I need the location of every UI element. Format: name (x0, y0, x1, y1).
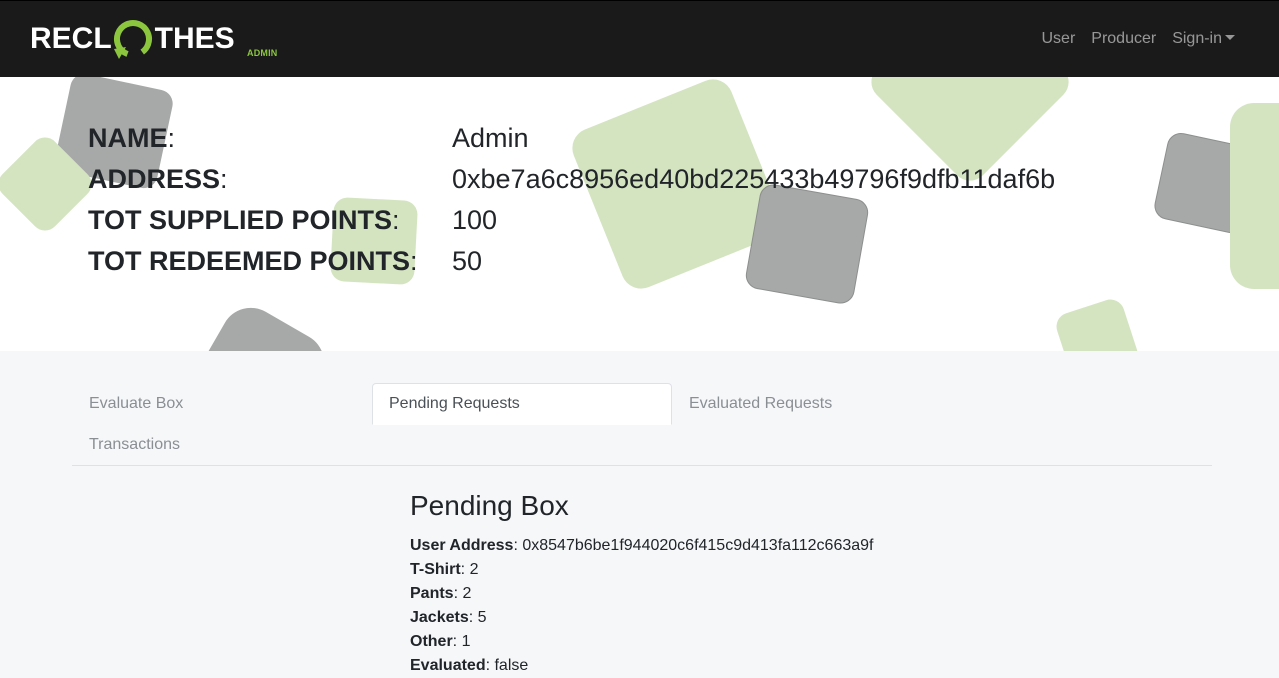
field-label: Jackets (410, 609, 469, 626)
tab-pending-requests[interactable]: Pending Requests (372, 383, 672, 425)
field-label: T-Shirt (410, 561, 461, 578)
field-value: 5 (477, 609, 487, 626)
sign-in-label: Sign-in (1172, 30, 1222, 47)
profile-value-address: 0xbe7a6c8956ed40bd225433b49796f9dfb11daf… (452, 164, 1056, 194)
decor-square (743, 182, 871, 306)
brand-text-right: THES (154, 22, 235, 55)
pending-box-title: Pending Box (410, 490, 569, 521)
brand-logo[interactable]: RECL THES ADMIN (30, 15, 277, 65)
profile-hero: NAME: Admin ADDRESS: 0xbe7a6c8956ed40bd2… (0, 77, 1279, 351)
pending-field-pants: Pants: 2 (410, 585, 472, 602)
profile-value-redeemed: 50 (452, 246, 483, 276)
field-label: Other (410, 633, 453, 650)
profile-row-redeemed: TOT REDEEMED POINTS: 50 (88, 246, 483, 276)
nav-links: User Producer Sign-in (1033, 29, 1243, 49)
pending-field-evaluated: Evaluated: false (410, 657, 529, 674)
profile-value-supplied: 100 (452, 205, 498, 235)
nav-link-producer[interactable]: Producer (1083, 29, 1164, 49)
tab-evaluate-box[interactable]: Evaluate Box (73, 383, 199, 425)
field-value: 2 (462, 585, 472, 602)
profile-label-name: NAME (88, 123, 168, 153)
field-value: 1 (461, 633, 471, 650)
decor-square (1230, 103, 1279, 289)
caret-down-icon (1225, 35, 1235, 40)
profile-value-name: Admin (452, 123, 529, 153)
recycle-o-icon (113, 20, 152, 59)
brand-wordmark: RECL THES (30, 15, 235, 63)
brand-subtitle: ADMIN (247, 48, 278, 58)
profile-row-supplied: TOT SUPPLIED POINTS: 100 (88, 205, 498, 235)
pending-field-tshirt: T-Shirt: 2 (410, 561, 479, 578)
profile-label-supplied: TOT SUPPLIED POINTS (88, 205, 393, 235)
field-value: 0x8547b6be1f944020c6f415c9d413fa112c663a… (522, 537, 874, 554)
decor-square (184, 296, 336, 351)
field-label: Pants (410, 585, 454, 602)
field-label: User Address (410, 537, 514, 554)
nav-link-user[interactable]: User (1033, 29, 1083, 49)
field-value: false (494, 657, 529, 674)
request-tabs: Evaluate Box Pending Requests Evaluated … (72, 382, 1212, 466)
navbar: RECL THES ADMIN User Producer Sign-in (0, 0, 1279, 77)
field-label: Evaluated (410, 657, 486, 674)
nav-dropdown-sign-in[interactable]: Sign-in (1164, 29, 1243, 49)
tab-evaluated-requests[interactable]: Evaluated Requests (673, 383, 848, 425)
brand-text-left: RECL (30, 22, 112, 55)
profile-label-address: ADDRESS (88, 164, 221, 194)
field-value: 2 (469, 561, 479, 578)
profile-row-name: NAME: Admin (88, 123, 529, 153)
profile-row-address: ADDRESS: 0xbe7a6c8956ed40bd225433b49796f… (88, 164, 1056, 194)
pending-field-user-address: User Address: 0x8547b6be1f944020c6f415c9… (410, 537, 874, 554)
pending-field-other: Other: 1 (410, 633, 471, 650)
tab-transactions[interactable]: Transactions (73, 424, 196, 466)
pending-field-jackets: Jackets: 5 (410, 609, 487, 626)
profile-label-redeemed: TOT REDEEMED POINTS (88, 246, 411, 276)
pending-box-card: Pending Box User Address: 0x8547b6be1f94… (410, 488, 873, 678)
decor-square (1052, 295, 1142, 351)
